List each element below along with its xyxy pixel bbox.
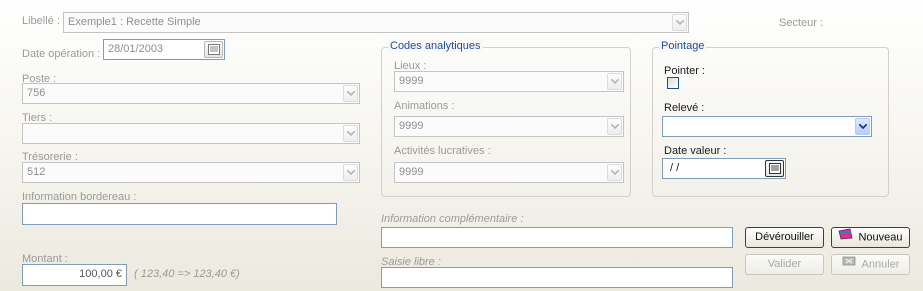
activites-label: Activités lucratives : (394, 145, 491, 157)
info-bordereau-field[interactable] (22, 203, 337, 225)
date-valeur-field[interactable]: / / (662, 158, 786, 179)
date-operation-label: Date opération : (22, 48, 101, 60)
tresorerie-value: 512 (27, 166, 46, 178)
new-doc-icon (838, 228, 853, 247)
codes-analytiques-title: Codes analytiques (388, 40, 483, 52)
animations-value: 9999 (399, 120, 424, 132)
info-complementaire-field[interactable] (381, 227, 733, 248)
libelle-label: Libellé : (22, 15, 60, 27)
date-operation-value: 28/01/2003 (108, 43, 164, 55)
chevron-down-icon[interactable] (672, 14, 687, 31)
pointer-label: Pointer : (664, 65, 705, 77)
chevron-down-icon[interactable] (607, 73, 622, 90)
tresorerie-select[interactable]: 512 (22, 162, 360, 183)
date-valeur-label: Date valeur : (664, 145, 727, 157)
montant-value: 100,00 € (79, 268, 122, 280)
pointage-title: Pointage (659, 40, 707, 52)
saisie-libre-field[interactable] (381, 267, 733, 288)
chevron-down-icon[interactable] (855, 118, 870, 135)
animations-label: Animations : (394, 100, 455, 112)
releve-select[interactable] (662, 116, 872, 137)
date-operation-field[interactable]: 28/01/2003 (103, 39, 225, 60)
pointer-checkbox[interactable] (667, 77, 679, 89)
libelle-value: Exemple1 : Recette Simple (68, 16, 201, 28)
annuler-button[interactable]: Annuler (831, 254, 910, 275)
libelle-select[interactable]: Exemple1 : Recette Simple (63, 12, 689, 33)
valider-button[interactable]: Valider (745, 254, 824, 275)
nouveau-label: Nouveau (858, 231, 903, 244)
deverouiller-button[interactable]: Dévérouiller (745, 227, 824, 248)
calendar-icon[interactable] (204, 41, 223, 58)
chevron-down-icon[interactable] (607, 164, 622, 181)
secteur-label: Secteur : (779, 17, 824, 29)
info-complementaire-label: Information complémentaire : (381, 213, 524, 225)
nouveau-button[interactable]: Nouveau (831, 227, 910, 248)
chevron-down-icon[interactable] (343, 125, 358, 142)
montant-field[interactable]: 100,00 € (22, 264, 127, 286)
activites-value: 9999 (399, 166, 424, 178)
lieux-select[interactable]: 9999 (394, 71, 624, 92)
chevron-down-icon[interactable] (343, 164, 358, 181)
montant-hint: ( 123,40 => 123,40 €) (134, 268, 240, 280)
deverouiller-label: Dévérouiller (755, 231, 814, 243)
poste-select[interactable]: 756 (22, 83, 360, 104)
info-bordereau-label: Information bordereau : (22, 191, 137, 203)
calendar-icon[interactable] (765, 160, 784, 177)
activites-select[interactable]: 9999 (394, 162, 624, 183)
cancel-doc-icon (842, 255, 857, 274)
valider-label: Valider (767, 258, 802, 270)
date-valeur-value: / / (667, 162, 680, 174)
lieux-value: 9999 (399, 75, 424, 87)
animations-select[interactable]: 9999 (394, 116, 624, 137)
tiers-select[interactable] (22, 123, 360, 144)
chevron-down-icon[interactable] (343, 85, 358, 102)
poste-value: 756 (27, 87, 46, 99)
releve-label: Relevé : (664, 102, 705, 114)
chevron-down-icon[interactable] (607, 118, 622, 135)
annuler-label: Annuler (861, 258, 900, 271)
